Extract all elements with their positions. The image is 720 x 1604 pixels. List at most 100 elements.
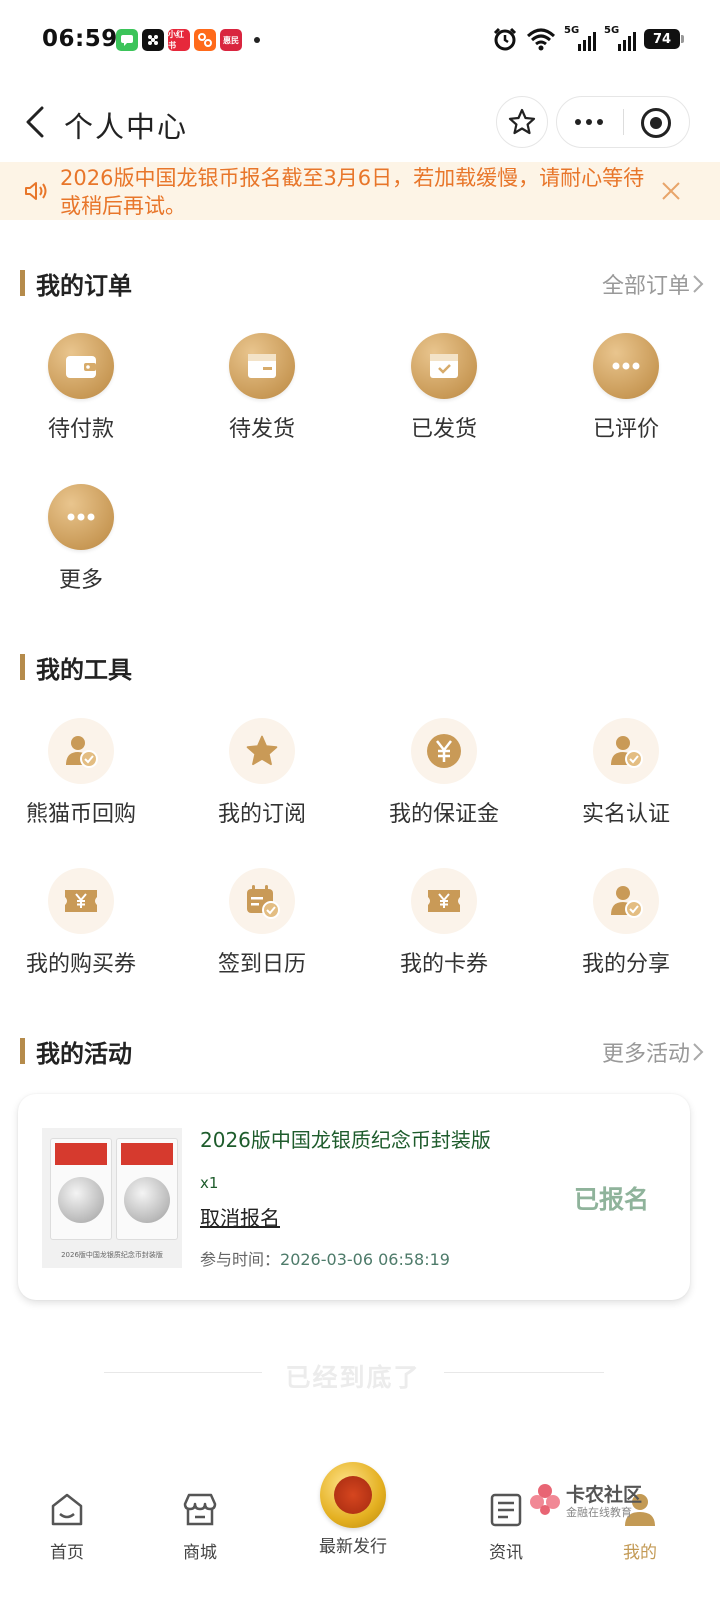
tool-label: 签到日历 xyxy=(217,952,306,977)
watermark-subtitle: 金融在线教育 xyxy=(566,1506,632,1519)
tab-label: 我的 xyxy=(623,1543,657,1563)
coin-slab xyxy=(50,1138,112,1240)
ticket-icon xyxy=(411,868,477,934)
order-label: 已发货 xyxy=(410,417,477,442)
battery-icon: 74 xyxy=(644,29,684,49)
miniprogram-capsule xyxy=(556,96,690,148)
news-icon xyxy=(490,1493,522,1527)
order-pending-shipment[interactable]: 待发货 xyxy=(181,333,343,443)
tool-label: 我的卡券 xyxy=(399,952,488,977)
alarm-icon xyxy=(493,27,517,51)
tab-label: 首页 xyxy=(50,1543,84,1563)
close-icon[interactable] xyxy=(660,180,682,202)
tools-section-header: 我的工具 xyxy=(0,646,720,686)
orders-title: 我的订单 xyxy=(36,272,132,300)
chevron-right-icon[interactable] xyxy=(692,274,704,294)
more-activities-link[interactable]: 更多活动 xyxy=(602,1036,690,1068)
favorite-button[interactable] xyxy=(496,96,548,148)
end-divider-left xyxy=(104,1372,262,1373)
tool-label: 我的订阅 xyxy=(217,802,306,827)
user-check-icon xyxy=(593,868,659,934)
tool-panda-buyback[interactable]: 熊猫币回购 xyxy=(0,718,162,828)
page-title: 个人中心 xyxy=(64,110,189,144)
close-miniprogram-icon[interactable] xyxy=(641,108,671,138)
participation-time: 参与时间：2026-03-06 06:58:19 xyxy=(200,1246,450,1270)
nav-bar: 个人中心 xyxy=(0,92,720,152)
chevron-right-icon[interactable] xyxy=(692,1042,704,1062)
tool-my-deposit[interactable]: 我的保证金 xyxy=(363,718,525,828)
tool-label: 我的购买券 xyxy=(25,952,136,977)
end-of-list-text: 已经到底了 xyxy=(285,1363,421,1392)
capsule-divider xyxy=(623,109,624,135)
medal-icon xyxy=(320,1462,386,1528)
speaker-icon xyxy=(25,182,47,200)
activity-quantity: x1 xyxy=(200,1174,219,1192)
order-label: 更多 xyxy=(58,568,103,593)
cellular-signal-1-icon: 5G xyxy=(564,25,596,51)
xiaohongshu-app-icon: 小红书 xyxy=(168,29,190,51)
tab-new-release[interactable]: 最新发行 xyxy=(293,1462,413,1557)
tool-my-cards[interactable]: 我的卡券 xyxy=(363,868,525,978)
coin-image-caption: 2026版中国龙银质纪念币封装版 xyxy=(61,1251,163,1259)
notification-icons: 小红书 惠民 xyxy=(116,29,260,51)
section-accent-bar xyxy=(20,270,25,296)
home-icon xyxy=(51,1493,83,1526)
order-pending-payment[interactable]: 待付款 xyxy=(0,333,162,443)
registration-status-badge: 已报名 xyxy=(574,1185,650,1214)
star-outline-icon xyxy=(508,108,536,135)
tools-title: 我的工具 xyxy=(36,656,132,684)
notice-banner: 2026版中国龙银币报名截至3月6日，若加载缓慢，请耐心等待或稍后再试。 xyxy=(0,162,720,220)
order-label: 已评价 xyxy=(592,417,659,442)
commemorative-coin-image: 2026版中国龙银质纪念币封装版 xyxy=(42,1128,182,1268)
cellular-signal-2-icon: 5G xyxy=(604,25,636,51)
time-value: 2026-03-06 06:58:19 xyxy=(280,1250,450,1269)
activity-title: 2026版中国龙银质纪念币封装版 xyxy=(200,1128,491,1152)
orders-section-header: 我的订单 全部订单 xyxy=(0,262,720,302)
wallet-icon xyxy=(48,333,114,399)
order-reviewed[interactable]: 已评价 xyxy=(545,333,707,443)
yen-coin-icon xyxy=(411,718,477,784)
more-options-icon[interactable] xyxy=(575,119,603,125)
tab-home[interactable]: 首页 xyxy=(7,1490,127,1563)
tool-checkin-calendar[interactable]: 签到日历 xyxy=(181,868,343,978)
community-watermark: 卡农社区 金融在线教育 xyxy=(528,1478,678,1538)
order-more[interactable]: 更多 xyxy=(0,484,162,594)
shipped-box-icon xyxy=(411,333,477,399)
tab-label: 资讯 xyxy=(489,1543,523,1563)
app-icon: 惠民 xyxy=(220,29,242,51)
more-notifications-dot xyxy=(254,37,260,43)
tab-label: 商城 xyxy=(183,1543,217,1563)
tool-label: 我的保证金 xyxy=(388,802,499,827)
activities-title: 我的活动 xyxy=(36,1040,132,1068)
section-accent-bar xyxy=(20,1038,25,1064)
ticket-icon xyxy=(48,868,114,934)
messages-app-icon xyxy=(116,29,138,51)
watermark-title: 卡农社区 xyxy=(566,1484,643,1506)
tool-real-name-auth[interactable]: 实名认证 xyxy=(545,718,707,828)
time-label: 参与时间： xyxy=(200,1250,281,1269)
status-bar: 06:59 小红书 惠民 5G 5G 74 xyxy=(0,0,720,84)
cancel-registration-link[interactable]: 取消报名 xyxy=(200,1202,280,1231)
activity-card[interactable]: 2026版中国龙银质纪念币封装版 2026版中国龙银质纪念币封装版 x1 取消报… xyxy=(18,1094,690,1300)
tab-store[interactable]: 商城 xyxy=(140,1490,260,1563)
notice-text: 2026版中国龙银币报名截至3月6日，若加载缓慢，请耐心等待或稍后再试。 xyxy=(60,166,645,218)
tool-label: 我的分享 xyxy=(581,952,670,977)
back-arrow-icon[interactable] xyxy=(20,102,56,142)
user-check-icon xyxy=(48,718,114,784)
status-time: 06:59 xyxy=(42,26,118,52)
tool-purchase-voucher[interactable]: 我的购买券 xyxy=(0,868,162,978)
package-icon xyxy=(229,333,295,399)
dice-app-icon xyxy=(142,29,164,51)
order-label: 待付款 xyxy=(47,417,114,442)
wifi-icon xyxy=(526,28,556,51)
section-accent-bar xyxy=(20,654,25,680)
activities-section-header: 我的活动 更多活动 xyxy=(0,1030,720,1070)
tool-my-subscription[interactable]: 我的订阅 xyxy=(181,718,343,828)
signal-2-label: 5G xyxy=(604,25,620,36)
order-shipped[interactable]: 已发货 xyxy=(363,333,525,443)
tool-my-share[interactable]: 我的分享 xyxy=(545,868,707,978)
taobao-app-icon xyxy=(194,29,216,51)
all-orders-link[interactable]: 全部订单 xyxy=(602,268,690,300)
store-icon xyxy=(183,1493,217,1526)
tool-label: 实名认证 xyxy=(581,802,670,827)
